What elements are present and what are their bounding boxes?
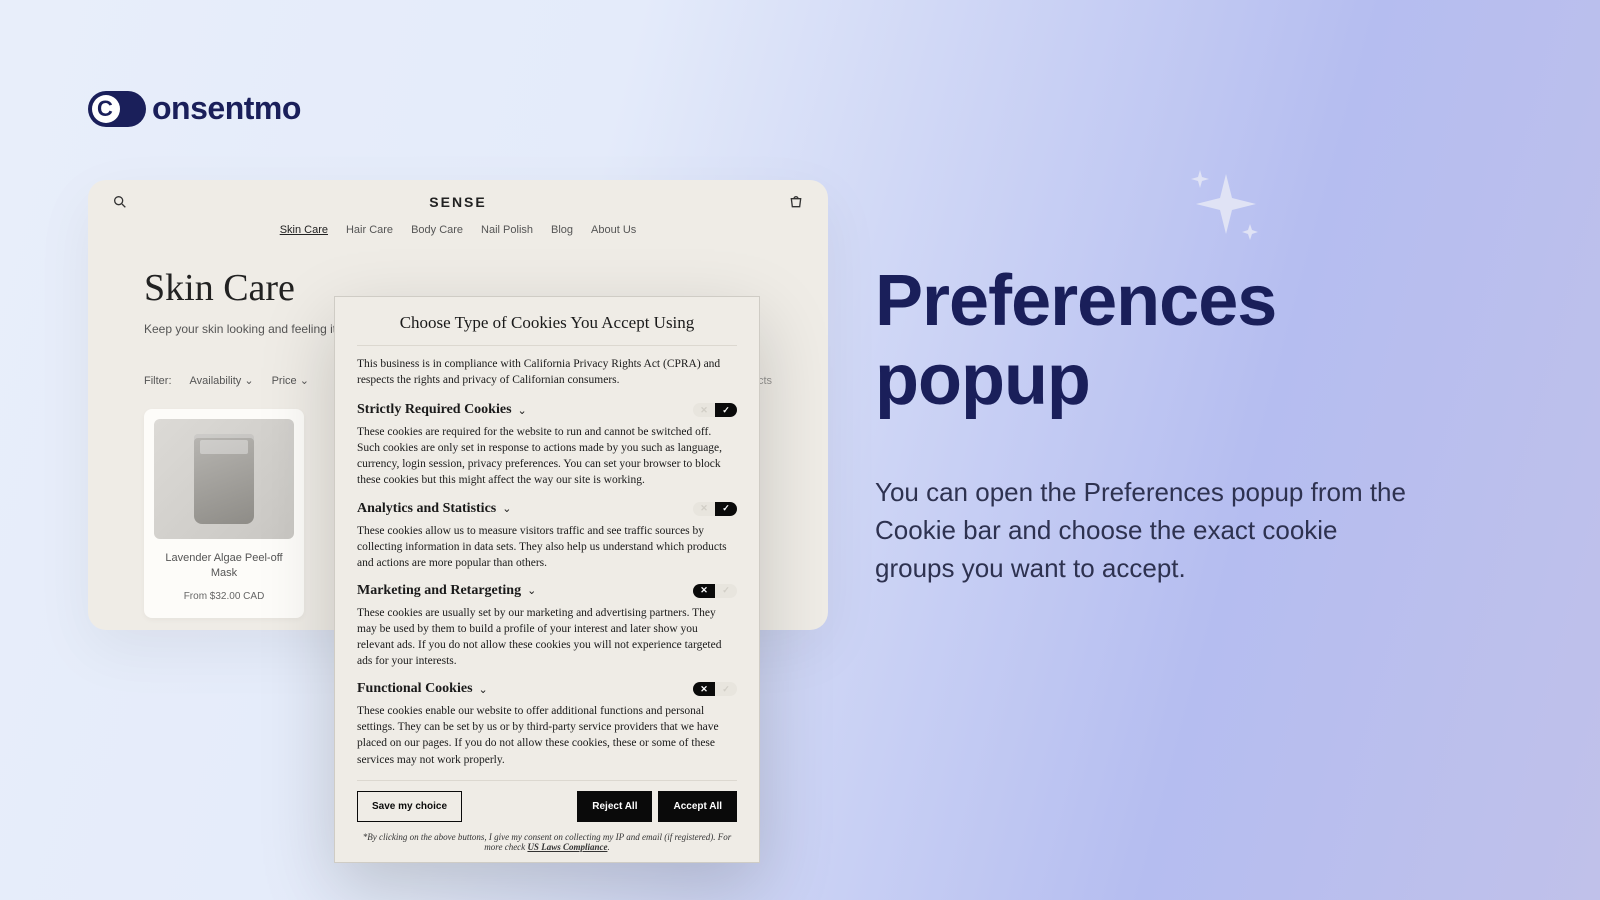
chevron-down-icon: ⌄ [244, 375, 253, 387]
category-title: Functional Cookies [357, 681, 473, 697]
category-header[interactable]: Strictly Required Cookies ⌄ [357, 402, 527, 418]
toggle-strictly-required[interactable]: ✕ ✓ [693, 403, 737, 417]
toggle-on-half: ✓ [715, 682, 737, 696]
nav-link-nail-polish[interactable]: Nail Polish [481, 224, 533, 236]
toggle-off-half: ✕ [693, 682, 715, 696]
category-description: These cookies allow us to measure visito… [357, 523, 737, 571]
category-header[interactable]: Analytics and Statistics ⌄ [357, 501, 511, 517]
search-icon[interactable] [112, 194, 128, 210]
category-marketing: Marketing and Retargeting ⌄ ✕ ✓ These co… [357, 583, 737, 669]
compliance-text: This business is in compliance with Cali… [357, 356, 737, 388]
category-header[interactable]: Marketing and Retargeting ⌄ [357, 583, 536, 599]
category-title: Marketing and Retargeting [357, 583, 521, 599]
brand-logo: C onsentmo [88, 90, 301, 127]
toggle-on-half: ✓ [715, 584, 737, 598]
info-panel: Preferences popup You can open the Prefe… [875, 262, 1415, 587]
page-title: Preferences popup [875, 262, 1415, 420]
toggle-marketing[interactable]: ✕ ✓ [693, 584, 737, 598]
nav-link-hair-care[interactable]: Hair Care [346, 224, 393, 236]
category-title: Strictly Required Cookies [357, 402, 512, 418]
save-choice-button[interactable]: Save my choice [357, 791, 462, 822]
cookie-preferences-popup: Choose Type of Cookies You Accept Using … [334, 296, 760, 863]
category-title: Analytics and Statistics [357, 501, 496, 517]
category-functional: Functional Cookies ⌄ ✕ ✓ These cookies e… [357, 681, 737, 767]
chevron-down-icon: ⌄ [502, 502, 511, 515]
category-header[interactable]: Functional Cookies ⌄ [357, 681, 488, 697]
divider [357, 345, 737, 346]
toggle-on-half: ✓ [715, 502, 737, 516]
nav-link-body-care[interactable]: Body Care [411, 224, 463, 236]
filter-availability[interactable]: Availability ⌄ [190, 374, 254, 387]
chevron-down-icon: ⌄ [300, 375, 309, 387]
sparkle-icon [1186, 166, 1266, 246]
popup-title: Choose Type of Cookies You Accept Using [357, 313, 737, 333]
nav-link-about[interactable]: About Us [591, 224, 636, 236]
logo-mark: C [88, 91, 146, 127]
store-brand: SENSE [429, 194, 486, 210]
toggle-off-half: ✕ [693, 502, 715, 516]
logo-text: onsentmo [152, 90, 301, 127]
filter-price[interactable]: Price ⌄ [272, 374, 309, 387]
chevron-down-icon: ⌄ [518, 404, 527, 417]
category-analytics: Analytics and Statistics ⌄ ✕ ✓ These coo… [357, 501, 737, 571]
product-price: From $32.00 CAD [154, 591, 294, 602]
footnote-suffix: . [607, 842, 609, 852]
category-description: These cookies are required for the websi… [357, 424, 737, 488]
accept-all-button[interactable]: Accept All [658, 791, 737, 822]
chevron-down-icon: ⌄ [479, 683, 488, 696]
category-strictly-required: Strictly Required Cookies ⌄ ✕ ✓ These co… [357, 402, 737, 488]
toggle-off-half: ✕ [693, 403, 715, 417]
footnote: *By clicking on the above buttons, I giv… [357, 832, 737, 852]
product-card[interactable]: Lavender Algae Peel-off Mask From $32.00… [144, 409, 304, 618]
cart-icon[interactable] [788, 194, 804, 210]
toggle-on-half: ✓ [715, 403, 737, 417]
category-description: These cookies enable our website to offe… [357, 703, 737, 767]
store-nav: Skin Care Hair Care Body Care Nail Polis… [88, 224, 828, 236]
product-image [154, 419, 294, 539]
footnote-link[interactable]: US Laws Compliance [527, 842, 607, 852]
nav-link-skin-care[interactable]: Skin Care [280, 224, 328, 236]
toggle-off-half: ✕ [693, 584, 715, 598]
chevron-down-icon: ⌄ [527, 584, 536, 597]
toggle-analytics[interactable]: ✕ ✓ [693, 502, 737, 516]
product-name: Lavender Algae Peel-off Mask [154, 551, 294, 581]
category-description: These cookies are usually set by our mar… [357, 605, 737, 669]
toggle-functional[interactable]: ✕ ✓ [693, 682, 737, 696]
reject-all-button[interactable]: Reject All [577, 791, 652, 822]
divider [357, 780, 737, 781]
page-description: You can open the Preferences popup from … [875, 474, 1415, 587]
nav-link-blog[interactable]: Blog [551, 224, 573, 236]
filter-label: Filter: [144, 375, 172, 387]
